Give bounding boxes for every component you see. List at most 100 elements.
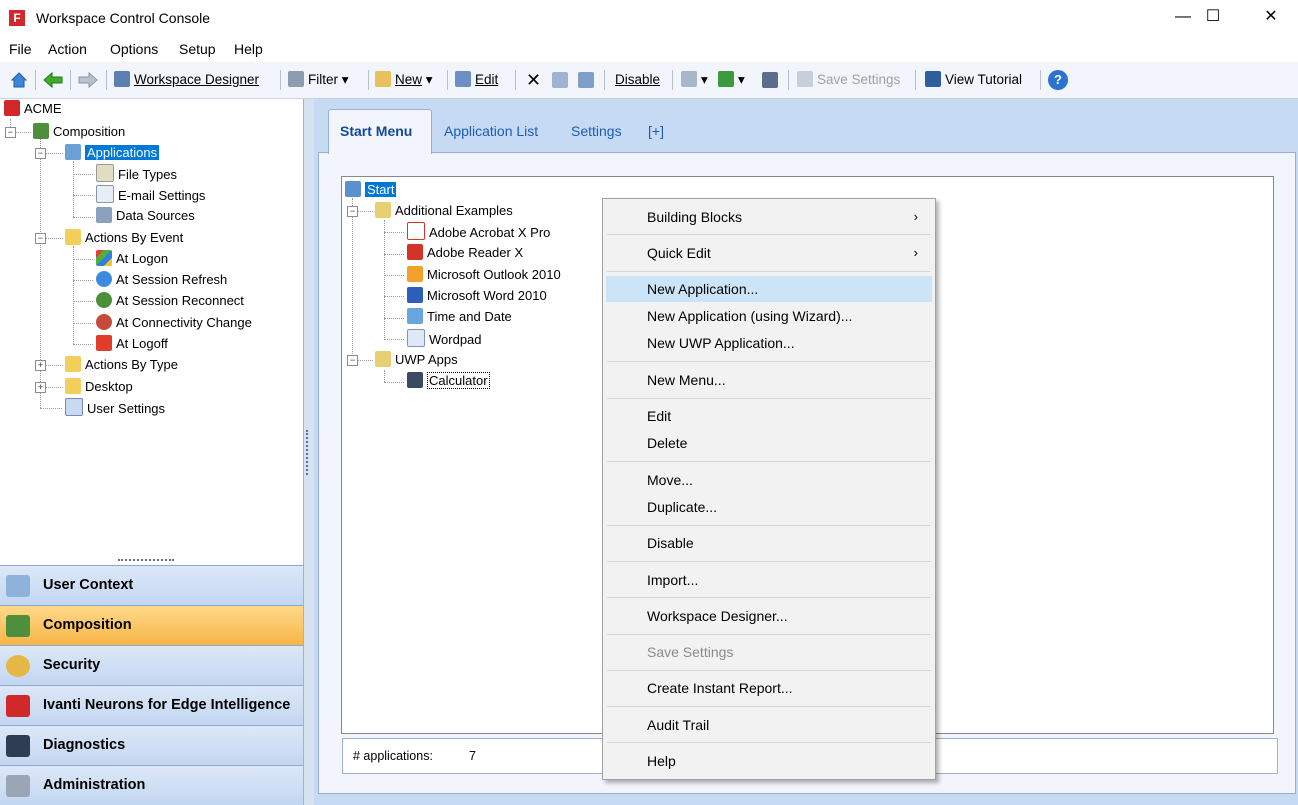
move-icon[interactable] xyxy=(578,72,594,88)
disable-label: Disable xyxy=(615,72,661,87)
tree-node-applications[interactable]: Applications xyxy=(65,143,160,163)
tab-add[interactable]: [+] xyxy=(648,113,664,149)
tree-node-adobe-reader[interactable]: Adobe Reader X xyxy=(407,243,523,263)
menu-item-new-application-wizard[interactable]: New Application (using Wizard)... xyxy=(606,303,932,329)
tree-node-adobe-acrobat[interactable]: Adobe Acrobat X Pro xyxy=(407,222,550,242)
tree-node-at-session-reconnect[interactable]: At Session Reconnect xyxy=(96,291,244,311)
panel-resize-grip[interactable] xyxy=(118,559,174,563)
menu-item-import[interactable]: Import... xyxy=(606,567,932,593)
splitter-grip[interactable] xyxy=(306,430,311,475)
menu-item-new-application[interactable]: New Application... xyxy=(606,276,932,302)
tree-node-actions-by-type[interactable]: Actions By Type xyxy=(65,355,178,375)
back-arrow-icon[interactable] xyxy=(43,71,63,89)
tree-node-at-connectivity-change[interactable]: At Connectivity Change xyxy=(96,313,252,333)
tab-application-list[interactable]: Application List xyxy=(444,113,538,149)
menu-setup[interactable]: Setup xyxy=(179,41,216,57)
home-icon[interactable] xyxy=(10,71,28,89)
tree-node-word[interactable]: Microsoft Word 2010 xyxy=(407,286,547,306)
tree-node-user-settings[interactable]: User Settings xyxy=(65,398,165,418)
menu-item-workspace-designer[interactable]: Workspace Designer... xyxy=(606,603,932,629)
new-icon xyxy=(375,71,391,87)
menu-item-audit-trail[interactable]: Audit Trail xyxy=(606,712,932,738)
copy-icon[interactable] xyxy=(552,72,568,88)
acme-logo-icon xyxy=(4,100,20,116)
filter-button[interactable]: Filter ▾ xyxy=(288,70,349,90)
save-settings-button[interactable]: Save Settings xyxy=(797,70,900,90)
menu-item-help[interactable]: Help xyxy=(606,748,932,774)
nav-security[interactable]: Security xyxy=(0,645,303,685)
tree-node-additional-examples[interactable]: Additional Examples xyxy=(375,201,513,221)
nav-diagnostics[interactable]: Diagnostics xyxy=(0,725,303,765)
maximize-button[interactable]: ☐ xyxy=(1190,0,1236,34)
nav-user-context[interactable]: User Context xyxy=(0,565,303,605)
menu-help[interactable]: Help xyxy=(234,41,263,57)
tree-node-desktop[interactable]: Desktop xyxy=(65,377,133,397)
new-button[interactable]: New ▾ xyxy=(375,70,433,90)
chevron-down-icon: ▾ xyxy=(341,72,349,87)
menu-item-building-blocks[interactable]: Building Blocks › xyxy=(606,204,932,230)
disable-button[interactable]: Disable xyxy=(615,70,660,90)
help-icon[interactable]: ? xyxy=(1048,70,1068,90)
tree-node-outlook[interactable]: Microsoft Outlook 2010 xyxy=(407,265,561,285)
tree-node-composition[interactable]: Composition xyxy=(33,122,125,142)
menu-item-quick-edit[interactable]: Quick Edit › xyxy=(606,240,932,266)
tree-node-label: Microsoft Word 2010 xyxy=(427,288,547,303)
menu-item-save-settings[interactable]: Save Settings xyxy=(606,639,932,665)
edit-button[interactable]: Edit xyxy=(455,70,498,90)
menu-item-move[interactable]: Move... xyxy=(606,467,932,493)
collapse-toggle[interactable]: − xyxy=(35,148,46,159)
tree-node-at-session-refresh[interactable]: At Session Refresh xyxy=(96,270,227,290)
expand-toggle[interactable]: + xyxy=(35,382,46,393)
collapse-toggle[interactable]: − xyxy=(347,206,358,217)
nav-administration[interactable]: Administration xyxy=(0,765,303,805)
menu-item-delete[interactable]: Delete xyxy=(606,430,932,456)
tree-node-wordpad[interactable]: Wordpad xyxy=(407,329,482,349)
tree-node-data-sources[interactable]: Data Sources xyxy=(96,206,195,226)
menu-separator xyxy=(607,525,931,526)
tree-node-at-logoff[interactable]: At Logoff xyxy=(96,334,168,354)
collapse-toggle[interactable]: − xyxy=(347,355,358,366)
tree-node-label: Time and Date xyxy=(427,309,512,324)
tree-node-label: At Logoff xyxy=(116,336,168,351)
nav-composition[interactable]: Composition xyxy=(0,605,303,645)
tree-node-label: Desktop xyxy=(85,379,133,394)
forward-arrow-icon[interactable] xyxy=(78,71,98,89)
report-dropdown-button[interactable]: ▾ xyxy=(718,70,745,90)
menu-action[interactable]: Action xyxy=(48,41,87,57)
menu-item-disable[interactable]: Disable xyxy=(606,530,932,556)
menu-item-new-uwp-application[interactable]: New UWP Application... xyxy=(606,330,932,356)
view-dropdown-button[interactable]: ▾ xyxy=(681,70,708,90)
workspace-designer-button[interactable]: Workspace Designer xyxy=(114,70,259,90)
collapse-toggle[interactable]: − xyxy=(5,127,16,138)
tree-node-at-logon[interactable]: At Logon xyxy=(96,249,168,269)
tree-node-calculator[interactable]: Calculator xyxy=(407,371,490,391)
tree-node-acme[interactable]: ACME xyxy=(4,99,62,119)
new-label: New xyxy=(395,72,423,87)
tree-node-actions-by-event[interactable]: Actions By Event xyxy=(65,228,183,248)
tab-settings[interactable]: Settings xyxy=(571,113,622,149)
print-icon[interactable] xyxy=(762,72,778,88)
expand-toggle[interactable]: + xyxy=(35,360,46,371)
menu-item-create-instant-report[interactable]: Create Instant Report... xyxy=(606,675,932,701)
tree-node-email-settings[interactable]: E-mail Settings xyxy=(96,185,205,205)
close-button[interactable]: ✕ xyxy=(1248,0,1294,34)
applications-count-label: # applications: xyxy=(353,749,433,763)
view-tutorial-button[interactable]: View Tutorial xyxy=(925,70,1022,90)
nav-ivanti-neurons[interactable]: Ivanti Neurons for Edge Intelligence xyxy=(0,685,303,725)
reconnect-icon xyxy=(96,292,112,308)
collapse-toggle[interactable]: − xyxy=(35,233,46,244)
tree-node-label: Additional Examples xyxy=(395,203,513,218)
tree-node-file-types[interactable]: File Types xyxy=(96,164,177,184)
menu-item-duplicate[interactable]: Duplicate... xyxy=(606,494,932,520)
word-icon xyxy=(407,287,423,303)
tree-node-start[interactable]: Start xyxy=(345,180,397,200)
tree-node-time-and-date[interactable]: Time and Date xyxy=(407,307,512,327)
workspace-designer-icon xyxy=(114,71,130,87)
menu-options[interactable]: Options xyxy=(110,41,158,57)
menu-item-new-menu[interactable]: New Menu... xyxy=(606,367,932,393)
tab-start-menu-label[interactable]: Start Menu xyxy=(340,113,412,149)
delete-x-icon[interactable]: ✕ xyxy=(526,70,541,90)
tree-node-uwp-apps[interactable]: UWP Apps xyxy=(375,350,458,370)
menu-item-edit[interactable]: Edit xyxy=(606,403,932,429)
menu-file[interactable]: File xyxy=(9,41,32,57)
